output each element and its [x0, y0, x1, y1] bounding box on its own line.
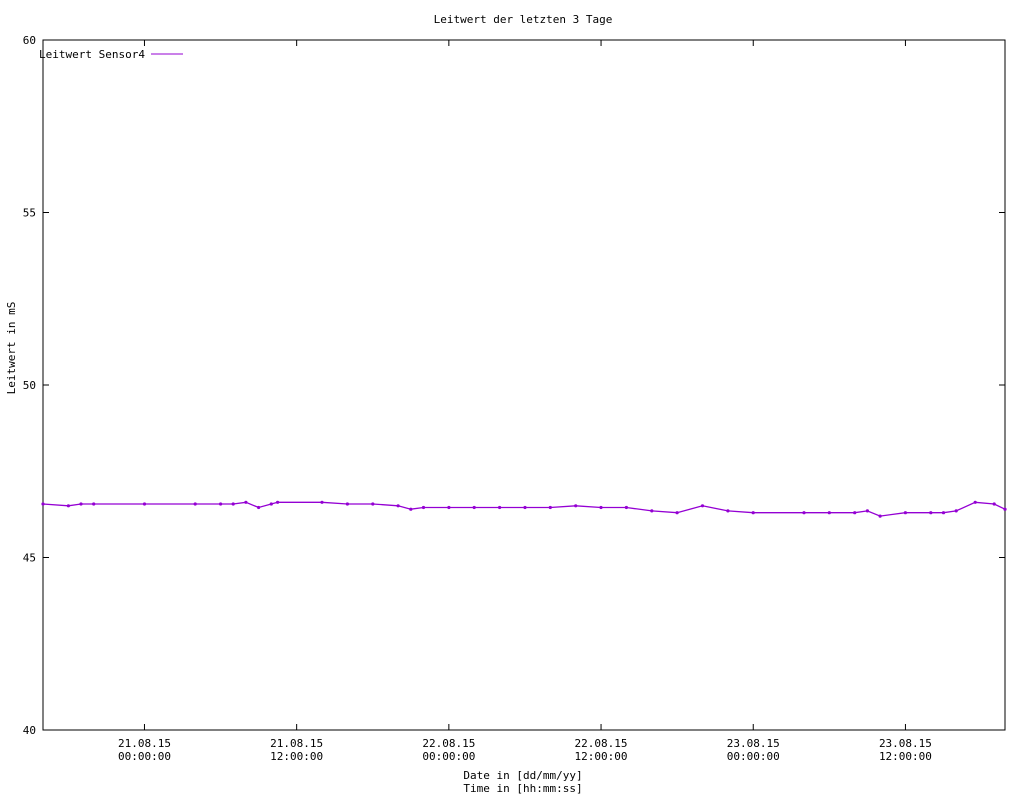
data-point: [751, 511, 755, 515]
data-point: [79, 502, 83, 506]
data-point: [142, 502, 147, 506]
x-tick-label-time: 00:00:00: [422, 750, 475, 763]
data-point: [973, 500, 977, 504]
data-point: [345, 502, 349, 506]
data-point: [802, 511, 806, 515]
chart-title: Leitwert der letzten 3 Tage: [434, 13, 613, 26]
data-point: [231, 502, 235, 506]
data-point: [257, 505, 261, 510]
data-point: [219, 502, 223, 506]
y-tick-label: 50: [23, 379, 36, 392]
data-point: [498, 505, 502, 510]
data-point: [599, 505, 603, 510]
legend-label: Leitwert Sensor4: [39, 48, 145, 61]
data-point: [929, 511, 933, 515]
data-point: [193, 502, 197, 506]
legend: Leitwert Sensor4: [39, 48, 183, 61]
data-point: [447, 505, 451, 510]
x-tick-label-date: 21.08.15: [118, 737, 171, 750]
x-tick-label-date: 23.08.15: [727, 737, 780, 750]
y-axis-label: Leitwert in mS: [5, 302, 18, 395]
data-point: [992, 502, 996, 506]
x-tick-label-date: 21.08.15: [270, 737, 323, 750]
x-tick-label-time: 00:00:00: [118, 750, 171, 763]
data-point: [244, 500, 248, 504]
data-point: [941, 511, 946, 515]
x-axis-ticks: 21.08.1500:00:0021.08.1512:00:0022.08.15…: [118, 40, 932, 763]
series-line-sensor4: [42, 501, 1006, 517]
y-tick-label: 55: [23, 207, 36, 220]
data-point: [624, 505, 629, 510]
x-tick-label-time: 00:00:00: [727, 750, 780, 763]
data-point: [523, 505, 527, 510]
data-point: [409, 507, 413, 511]
y-axis-ticks: 40 45 50 55 60: [23, 34, 1005, 737]
data-point: [903, 511, 908, 515]
data-point: [66, 504, 70, 508]
data-point: [92, 502, 96, 506]
data-point: [827, 511, 831, 515]
chart: Leitwert der letzten 3 Tage Leitwert in …: [0, 0, 1024, 798]
data-point: [650, 509, 654, 513]
series-layer: [41, 500, 1007, 518]
data-point: [421, 505, 426, 510]
data-point: [1003, 507, 1007, 511]
x-tick-label-date: 23.08.15: [879, 737, 932, 750]
data-point: [865, 509, 870, 513]
x-tick-label-time: 12:00:00: [575, 750, 628, 763]
plot-frame: [42, 39, 1006, 731]
y-tick-label: 60: [23, 34, 36, 47]
chart-svg: Leitwert der letzten 3 Tage Leitwert in …: [5, 13, 1007, 795]
data-point: [269, 502, 273, 506]
y-tick-label: 40: [23, 724, 36, 737]
data-point: [700, 504, 705, 508]
data-point: [675, 511, 679, 515]
data-point: [276, 500, 280, 504]
data-point: [371, 502, 375, 506]
data-point: [472, 505, 476, 510]
data-point: [878, 514, 882, 518]
x-tick-label-time: 12:00:00: [270, 750, 323, 763]
data-point: [320, 500, 324, 504]
data-point: [853, 511, 857, 515]
x-tick-label-time: 12:00:00: [879, 750, 932, 763]
data-point: [548, 505, 552, 510]
x-tick-label-date: 22.08.15: [422, 737, 475, 750]
data-point: [41, 502, 45, 506]
data-point: [954, 509, 958, 513]
data-point: [574, 504, 578, 508]
data-point: [396, 504, 400, 508]
y-tick-label: 45: [23, 552, 36, 565]
data-point: [726, 509, 730, 513]
x-tick-label-date: 22.08.15: [575, 737, 628, 750]
x-axis-label-time: Time in [hh:mm:ss]: [463, 782, 582, 795]
x-axis-label-date: Date in [dd/mm/yy]: [463, 769, 582, 782]
